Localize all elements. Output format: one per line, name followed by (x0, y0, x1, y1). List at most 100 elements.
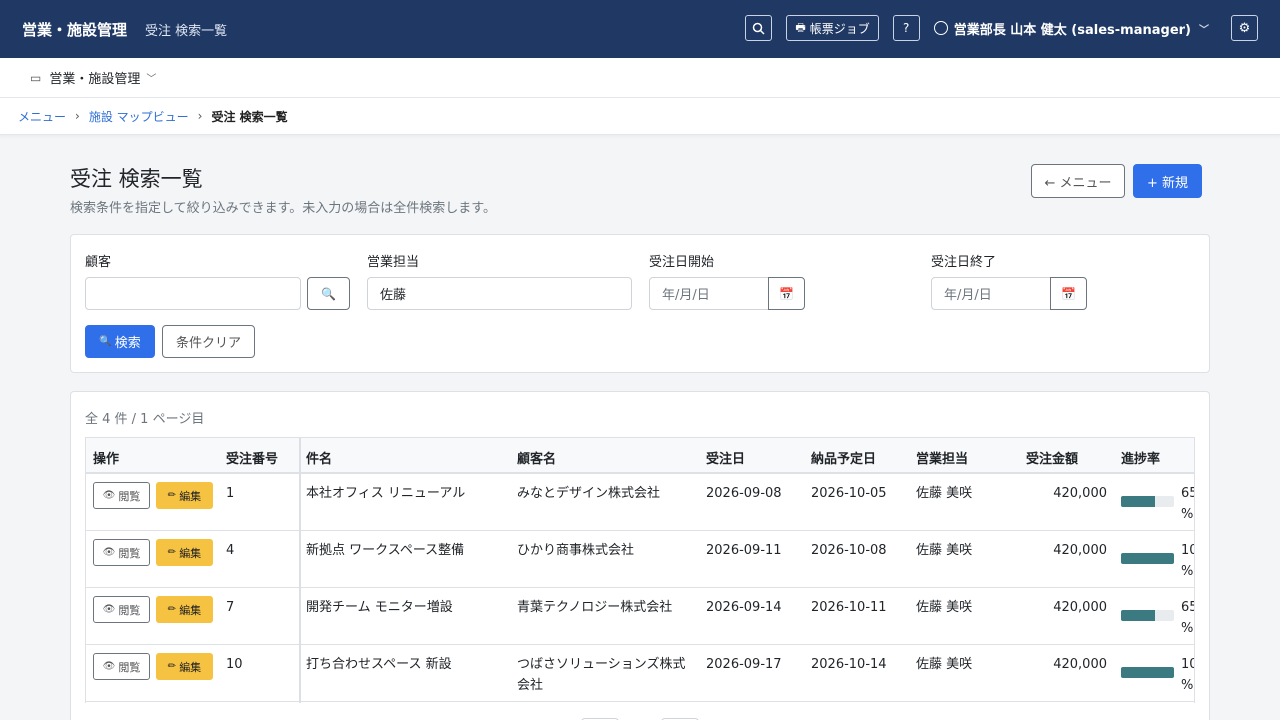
date-from-calendar-button[interactable]: 📅 (768, 277, 805, 310)
edit-label: 編集 (179, 546, 202, 560)
cell-order-date: 2026-09-08 (706, 486, 782, 501)
report-job-label: 帳票ジョブ (809, 21, 870, 36)
cell-amount: 420,000 (1053, 657, 1107, 672)
cell-subject: 新拠点 ワークスペース整備 (306, 543, 465, 558)
search-submit-button[interactable]: 🔍 検索 (85, 325, 155, 358)
col-subject[interactable]: 件名 (306, 438, 332, 467)
calendar-icon: 📅 (779, 286, 794, 301)
table-row[interactable]: 👁 閲覧 ✏ 編集 4 新拠点 ワークスペース整備 ひかり商事株式会社 2026-09-11 2… (86, 531, 1194, 588)
breadcrumb-separator: › (75, 109, 80, 123)
cell-sales-rep: 佐藤 美咲 (916, 600, 973, 615)
col-customer[interactable]: 顧客名 (517, 438, 556, 467)
col-order-no[interactable]: 受注番号 (226, 438, 278, 467)
view-label: 閲覧 (118, 660, 141, 674)
app-brand[interactable]: 営業・施設管理 (22, 19, 127, 40)
edit-button[interactable]: ✏ 編集 (156, 653, 213, 680)
table-row[interactable]: 👁 閲覧 ✏ 編集 1 本社オフィス リニューアル みなとデザイン株式会社 2026-09-0… (86, 474, 1194, 531)
help-button[interactable]: ? (892, 15, 920, 41)
cell-order-no: 4 (226, 543, 235, 558)
date-to-calendar-button[interactable]: 📅 (1050, 277, 1087, 310)
progress-bar (1121, 667, 1174, 678)
sales-rep-label: 営業担当 (367, 255, 420, 270)
breadcrumb-facility-map[interactable]: 施設 マップビュー (89, 108, 189, 125)
frozen-column-divider (299, 438, 301, 703)
page-description: 検索条件を指定して絞り込みできます。未入力の場合は全件検索します。 (70, 201, 497, 216)
customer-lookup-button[interactable]: 🔍 (307, 277, 350, 310)
edit-label: 編集 (179, 603, 202, 617)
date-from-input[interactable]: 年/月/日 (649, 277, 769, 310)
eye-icon: 👁 (102, 490, 116, 501)
view-label: 閲覧 (118, 489, 141, 503)
progress-fill (1121, 667, 1174, 678)
customer-input[interactable] (85, 277, 301, 310)
date-to-input[interactable]: 年/月/日 (931, 277, 1051, 310)
cell-delivery-date: 2026-10-14 (811, 657, 887, 672)
search-form: 顧客 🔍 営業担当 佐藤 受注日開始 年/月/日 📅 受注日終了 年/月/日 📅… (70, 234, 1210, 373)
edit-label: 編集 (179, 489, 202, 503)
clear-conditions-button[interactable]: 条件クリア (162, 325, 255, 358)
col-actions: 操作 (93, 452, 120, 467)
new-button[interactable]: + 新規 (1133, 164, 1202, 198)
chevron-down-icon: ﹀ (146, 74, 157, 85)
table-row[interactable]: 👁 閲覧 ✏ 編集 7 開発チーム モニター増設 青葉テクノロジー株式会社 2026-09-1… (86, 588, 1194, 645)
breadcrumb-current: 受注 検索一覧 (211, 109, 288, 124)
col-amount[interactable]: 受注金額 (1026, 438, 1078, 467)
progress-text: 65 % (1181, 486, 1194, 522)
printer-icon: 🖶 (795, 20, 806, 34)
user-menu[interactable]: 営業部長 山本 健太 (sales-manager) ﹀ (933, 19, 1209, 38)
module-dropdown[interactable]: ▭ 営業・施設管理 ﹀ (30, 68, 157, 88)
sales-rep-input[interactable]: 佐藤 (367, 277, 632, 310)
edit-button[interactable]: ✏ 編集 (156, 482, 213, 509)
col-order-date[interactable]: 受注日 (706, 438, 745, 467)
breadcrumb: メニュー › 施設 マップビュー › 受注 検索一覧 (0, 98, 1280, 135)
view-button[interactable]: 👁 閲覧 (93, 539, 150, 566)
cell-order-date: 2026-09-11 (706, 543, 782, 558)
cell-delivery-date: 2026-10-11 (811, 600, 887, 615)
progress-text: 10 % (1181, 543, 1194, 579)
cell-customer: みなとデザイン株式会社 (517, 486, 661, 501)
cell-amount: 420,000 (1053, 600, 1107, 615)
table-header: 操作 受注番号 件名 顧客名 受注日 納品予定日 営業担当 受注金額 進捗率 (86, 438, 1194, 474)
date-from-label: 受注日開始 (649, 255, 715, 270)
view-label: 閲覧 (118, 546, 141, 560)
col-progress[interactable]: 進捗率 (1121, 438, 1160, 467)
view-button[interactable]: 👁 閲覧 (93, 653, 150, 680)
col-delivery-date[interactable]: 納品予定日 (811, 438, 876, 467)
report-job-button[interactable]: 🖶 帳票ジョブ (786, 15, 879, 41)
briefcase-icon: ▭ (30, 70, 42, 85)
date-to-label: 受注日終了 (931, 255, 997, 270)
cell-sales-rep: 佐藤 美咲 (916, 657, 973, 672)
cell-order-date: 2026-09-17 (706, 657, 782, 672)
progress-bar (1121, 553, 1174, 564)
cell-sales-rep: 佐藤 美咲 (916, 543, 973, 558)
cell-subject: 打ち合わせスペース 新設 (306, 657, 452, 672)
col-sales-rep[interactable]: 営業担当 (916, 438, 968, 467)
pencil-icon: ✏ (167, 490, 177, 501)
search-icon: 🔍 (99, 336, 112, 347)
chevron-down-icon: ﹀ (1199, 24, 1209, 36)
edit-button[interactable]: ✏ 編集 (156, 596, 213, 623)
back-to-menu-button[interactable]: ← メニュー (1031, 164, 1125, 198)
cell-delivery-date: 2026-10-05 (811, 486, 887, 501)
cell-amount: 420,000 (1053, 543, 1107, 558)
eye-icon: 👁 (102, 604, 116, 615)
cell-order-date: 2026-09-14 (706, 600, 782, 615)
edit-label: 編集 (179, 660, 202, 674)
progress-text: 10 % (1181, 657, 1194, 693)
progress-fill (1121, 553, 1174, 564)
customer-label: 顧客 (85, 255, 112, 270)
settings-button[interactable]: ⚙ (1231, 15, 1258, 41)
progress-bar (1121, 496, 1174, 507)
cell-order-no: 10 (226, 657, 243, 672)
search-button[interactable] (745, 15, 773, 41)
results-table[interactable]: 操作 受注番号 件名 顧客名 受注日 納品予定日 営業担当 受注金額 進捗率 👁… (85, 437, 1195, 703)
eye-icon: 👁 (102, 547, 116, 558)
cell-order-no: 7 (226, 600, 235, 615)
breadcrumb-menu[interactable]: メニュー (18, 108, 66, 125)
table-row[interactable]: 👁 閲覧 ✏ 編集 10 打ち合わせスペース 新設 つばさソリューションズ株式会社 2026-… (86, 645, 1194, 702)
view-button[interactable]: 👁 閲覧 (93, 482, 150, 509)
view-button[interactable]: 👁 閲覧 (93, 596, 150, 623)
results-panel: 全 4 件 / 1 ページ目 操作 受注番号 件名 顧客名 受注日 納品予定日 … (70, 391, 1210, 720)
edit-button[interactable]: ✏ 編集 (156, 539, 213, 566)
eye-icon: 👁 (102, 661, 116, 672)
